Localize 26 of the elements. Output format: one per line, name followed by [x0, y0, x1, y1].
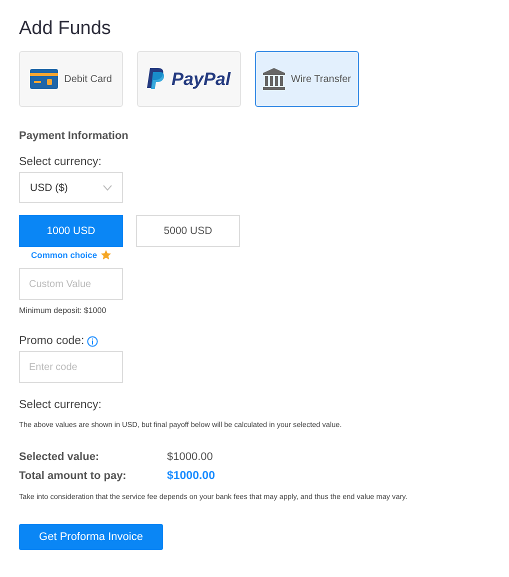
payment-method-option[interactable]: Wire Transfer [255, 51, 359, 107]
section-title: Payment Information [19, 130, 130, 142]
credit-card-icon [30, 69, 58, 89]
star-icon [101, 250, 112, 260]
info-icon [87, 336, 98, 346]
field-label: Promo code: [19, 335, 84, 347]
custom-value-field[interactable]: Custom Value [19, 268, 123, 300]
paypal-p-icon [147, 68, 166, 90]
summary-value: $1000.00 [167, 451, 213, 463]
currency-select[interactable]: USD ($) [19, 172, 123, 203]
summary-value: $1000.00 [167, 470, 215, 482]
promo-code-field[interactable]: Enter code [19, 351, 123, 383]
page-title: Add Funds [19, 18, 112, 40]
field-label: Select currency: [19, 399, 102, 411]
common-choice-label: Common choice [31, 250, 98, 260]
get-invoice-button[interactable]: Get Proforma Invoice [19, 524, 163, 550]
payment-method-option[interactable]: Debit Card [19, 51, 123, 107]
minimum-deposit-note: Minimum deposit: $1000 [19, 306, 108, 315]
summary-label: Total amount to pay: [19, 470, 128, 482]
bank-building-icon [262, 68, 285, 90]
field-label: Select currency: [19, 156, 102, 168]
amount-option[interactable]: 5000 USD [136, 215, 240, 247]
amount-option[interactable]: 1000 USD [19, 215, 123, 247]
summary-label: Selected value: [19, 451, 100, 463]
payment-method-option[interactable]: PayPal [137, 51, 241, 107]
chevron-down-icon [103, 184, 112, 190]
